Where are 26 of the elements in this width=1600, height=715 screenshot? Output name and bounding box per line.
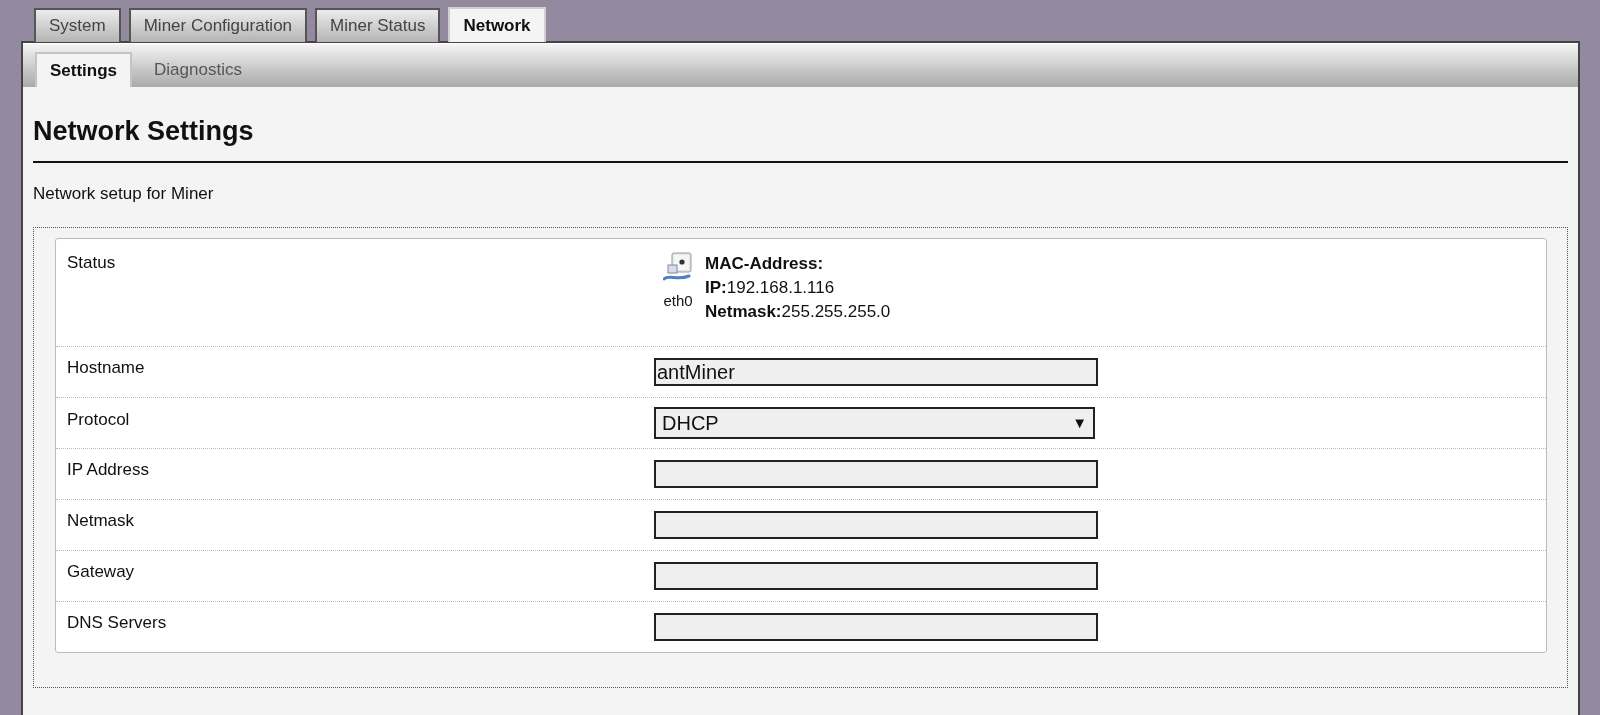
field-label: Netmask	[66, 510, 136, 532]
field-label: Hostname	[66, 357, 146, 379]
sub-tab[interactable]: Settings	[35, 52, 133, 87]
main-tab[interactable]: Network	[448, 7, 546, 42]
field-label: Protocol	[66, 409, 131, 431]
page-description: Network setup for Miner	[33, 183, 215, 205]
protocol-dropdown[interactable]: DHCP ▼	[654, 407, 1095, 439]
status-detail: MAC-Address:	[705, 253, 825, 275]
field-label: DNS Servers	[66, 612, 168, 634]
text-input[interactable]	[654, 460, 1098, 488]
network-port-icon	[663, 252, 693, 282]
sub-tab[interactable]: Diagnostics	[134, 52, 262, 87]
field-label: Gateway	[66, 561, 136, 583]
status-detail: Netmask:255.255.255.0	[705, 301, 891, 323]
text-input[interactable]	[654, 511, 1098, 539]
page-title: Network Settings	[33, 115, 255, 147]
text-input[interactable]	[654, 613, 1098, 641]
main-tab[interactable]: Miner Status	[315, 8, 441, 42]
field-label: IP Address	[66, 459, 150, 481]
interface-name: eth0	[663, 292, 693, 310]
main-tab[interactable]: Miner Configuration	[128, 8, 308, 42]
field-label: Status	[66, 252, 117, 274]
text-input[interactable]	[654, 562, 1098, 590]
main-tab[interactable]: System	[34, 8, 121, 42]
text-input[interactable]: antMiner	[654, 358, 1098, 386]
status-detail: IP:192.168.1.116	[705, 277, 836, 299]
